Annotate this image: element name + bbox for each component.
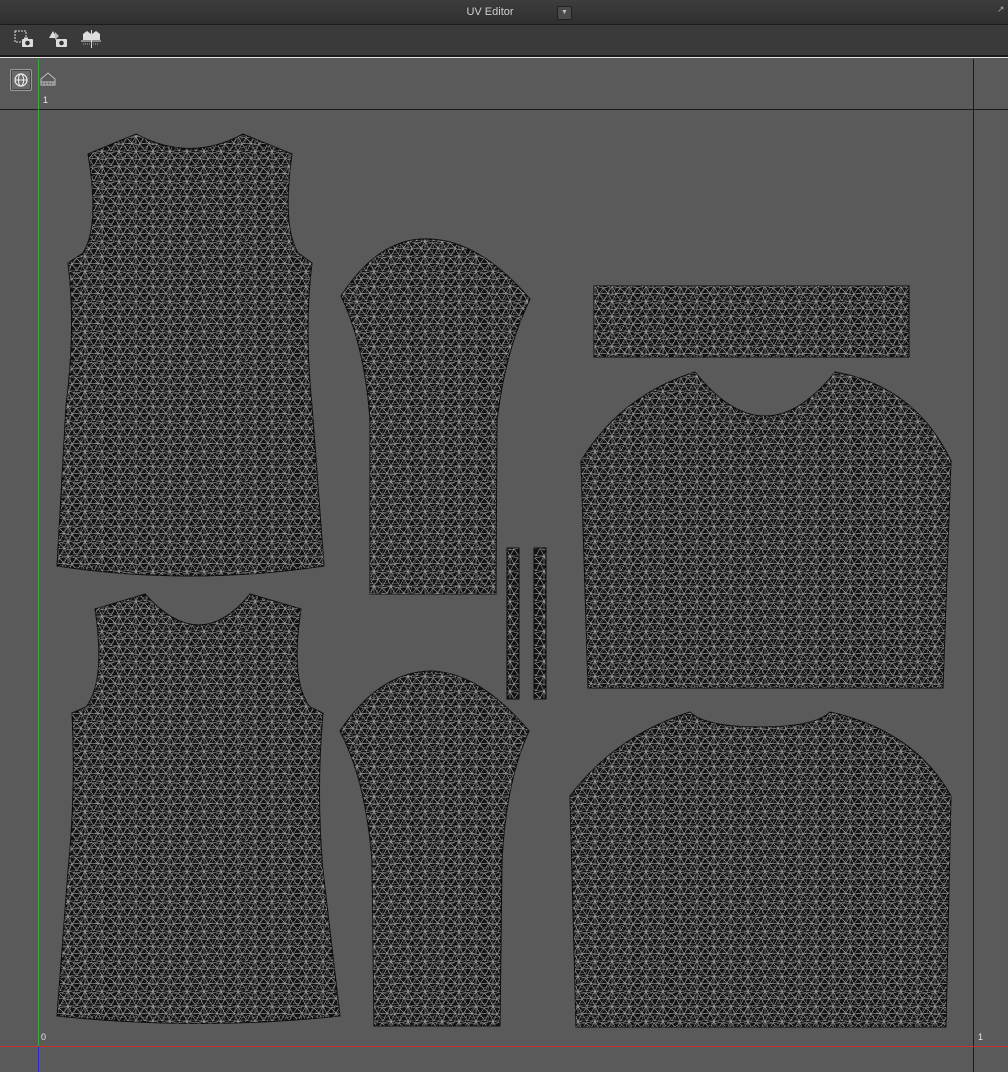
title-dropdown-icon[interactable]: ▼ [557, 6, 572, 20]
sphere-view-icon[interactable] [10, 69, 32, 91]
snapshot-uv-icon[interactable] [12, 28, 36, 52]
snapshot-grid-icon[interactable] [79, 28, 103, 52]
uv-island-strip-right[interactable] [533, 547, 547, 700]
uv-island-strip-left[interactable] [506, 547, 520, 700]
snapshot-fill-icon[interactable] [46, 28, 70, 52]
uv-island-skirt-back[interactable] [56, 593, 341, 1024]
ruler-icon[interactable] [38, 69, 58, 89]
detach-window-icon[interactable]: ↗ [997, 5, 1006, 14]
v-axis-label-top: 1 [43, 95, 49, 105]
uv-island-sleeve-bottom[interactable] [339, 670, 530, 1027]
uv-island-back-bodice[interactable] [580, 371, 952, 689]
title-bar: UV Editor ▼ ↗ [0, 0, 1008, 25]
uv-island-sleeve-top[interactable] [340, 238, 531, 595]
uv-island-front-bodice[interactable] [56, 133, 325, 577]
window-title: UV Editor [466, 6, 514, 18]
uv-island-waistband[interactable] [593, 285, 910, 358]
uv-canvas[interactable] [0, 58, 1008, 1072]
uv-island-skirt-front[interactable] [569, 711, 952, 1028]
u-axis-label-right: 1 [978, 1032, 984, 1042]
origin-label: 0 [41, 1032, 47, 1042]
toolbar [0, 25, 1008, 57]
uv-viewport[interactable]: 1 0 1 [0, 57, 1008, 1072]
